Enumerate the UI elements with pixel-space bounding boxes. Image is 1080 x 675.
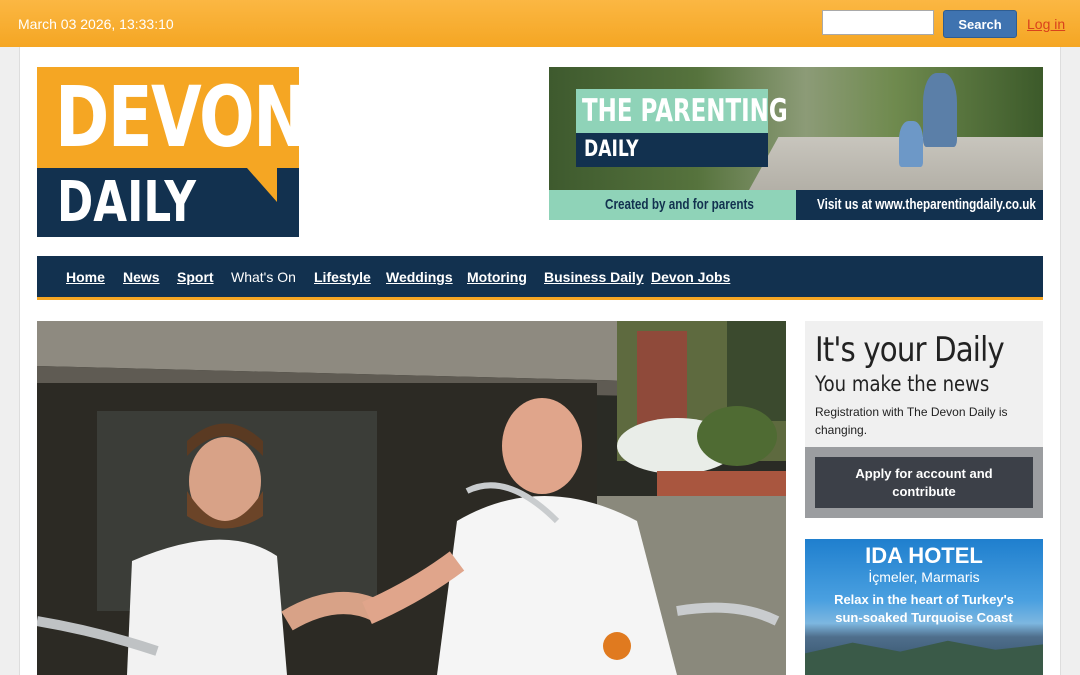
top-bar: March 03 2026, 13:33:10 Search Log in <box>0 0 1080 47</box>
search-input[interactable] <box>822 10 934 35</box>
promo-heading: It's your Daily <box>815 330 1005 370</box>
registration-promo: It's your Daily You make the news Regist… <box>805 321 1043 518</box>
promo-subheading: You make the news <box>815 372 990 396</box>
ida-hotel-ad[interactable]: IDA HOTEL İçmeler, Marmaris Relax in the… <box>805 539 1043 675</box>
nav-item-news[interactable]: News <box>123 269 160 285</box>
ad-url: Visit us at www.theparentingdaily.co.uk <box>817 196 1036 213</box>
ad-tagline: Created by and for parents <box>605 196 754 213</box>
nav-item-home[interactable]: Home <box>66 269 105 285</box>
main-nav: Home News Sport What's On Lifestyle Wedd… <box>37 256 1043 300</box>
nav-item-sport[interactable]: Sport <box>177 269 214 285</box>
nav-item-business-daily[interactable]: Business Daily <box>544 269 644 285</box>
search-button[interactable]: Search <box>943 10 1017 38</box>
apply-account-button[interactable]: Apply for account and contribute <box>815 457 1033 508</box>
nav-item-motoring[interactable]: Motoring <box>467 269 527 285</box>
ad-title-line2: DAILY <box>584 137 639 162</box>
logo-word-devon: DEVON <box>55 68 308 166</box>
login-link[interactable]: Log in <box>1027 16 1065 32</box>
hotel-ad-line1: Relax in the heart of Turkey's <box>834 592 1014 607</box>
nav-item-devon-jobs[interactable]: Devon Jobs <box>651 269 730 285</box>
logo-speech-tail <box>247 168 277 202</box>
hotel-ad-line2: sun-soaked Turquoise Coast <box>835 610 1013 625</box>
hero-photo-illustration <box>37 321 786 675</box>
ad-adult-figure <box>923 73 957 147</box>
promo-cta-area: Apply for account and contribute <box>805 447 1043 518</box>
promo-body: Registration with The Devon Daily is cha… <box>815 405 1008 437</box>
parenting-daily-ad[interactable]: THE PARENTING DAILY Created by and for p… <box>549 67 1043 220</box>
hotel-ad-name: IDA HOTEL <box>865 543 983 568</box>
nav-item-whats-on[interactable]: What's On <box>231 269 296 285</box>
nav-item-lifestyle[interactable]: Lifestyle <box>314 269 371 285</box>
logo-word-daily: DAILY <box>57 170 196 235</box>
site-logo[interactable]: DEVON DAILY <box>37 67 308 237</box>
hero-story-image[interactable] <box>37 321 786 675</box>
ad-child-figure <box>899 121 923 167</box>
ad-park-path <box>749 137 1043 190</box>
ad-title-line1: THE PARENTING <box>582 93 788 129</box>
nav-item-weddings[interactable]: Weddings <box>386 269 453 285</box>
hotel-ad-hills <box>805 640 1043 675</box>
hotel-ad-location: İçmeler, Marmaris <box>868 569 980 585</box>
current-datetime: March 03 2026, 13:33:10 <box>18 16 174 32</box>
